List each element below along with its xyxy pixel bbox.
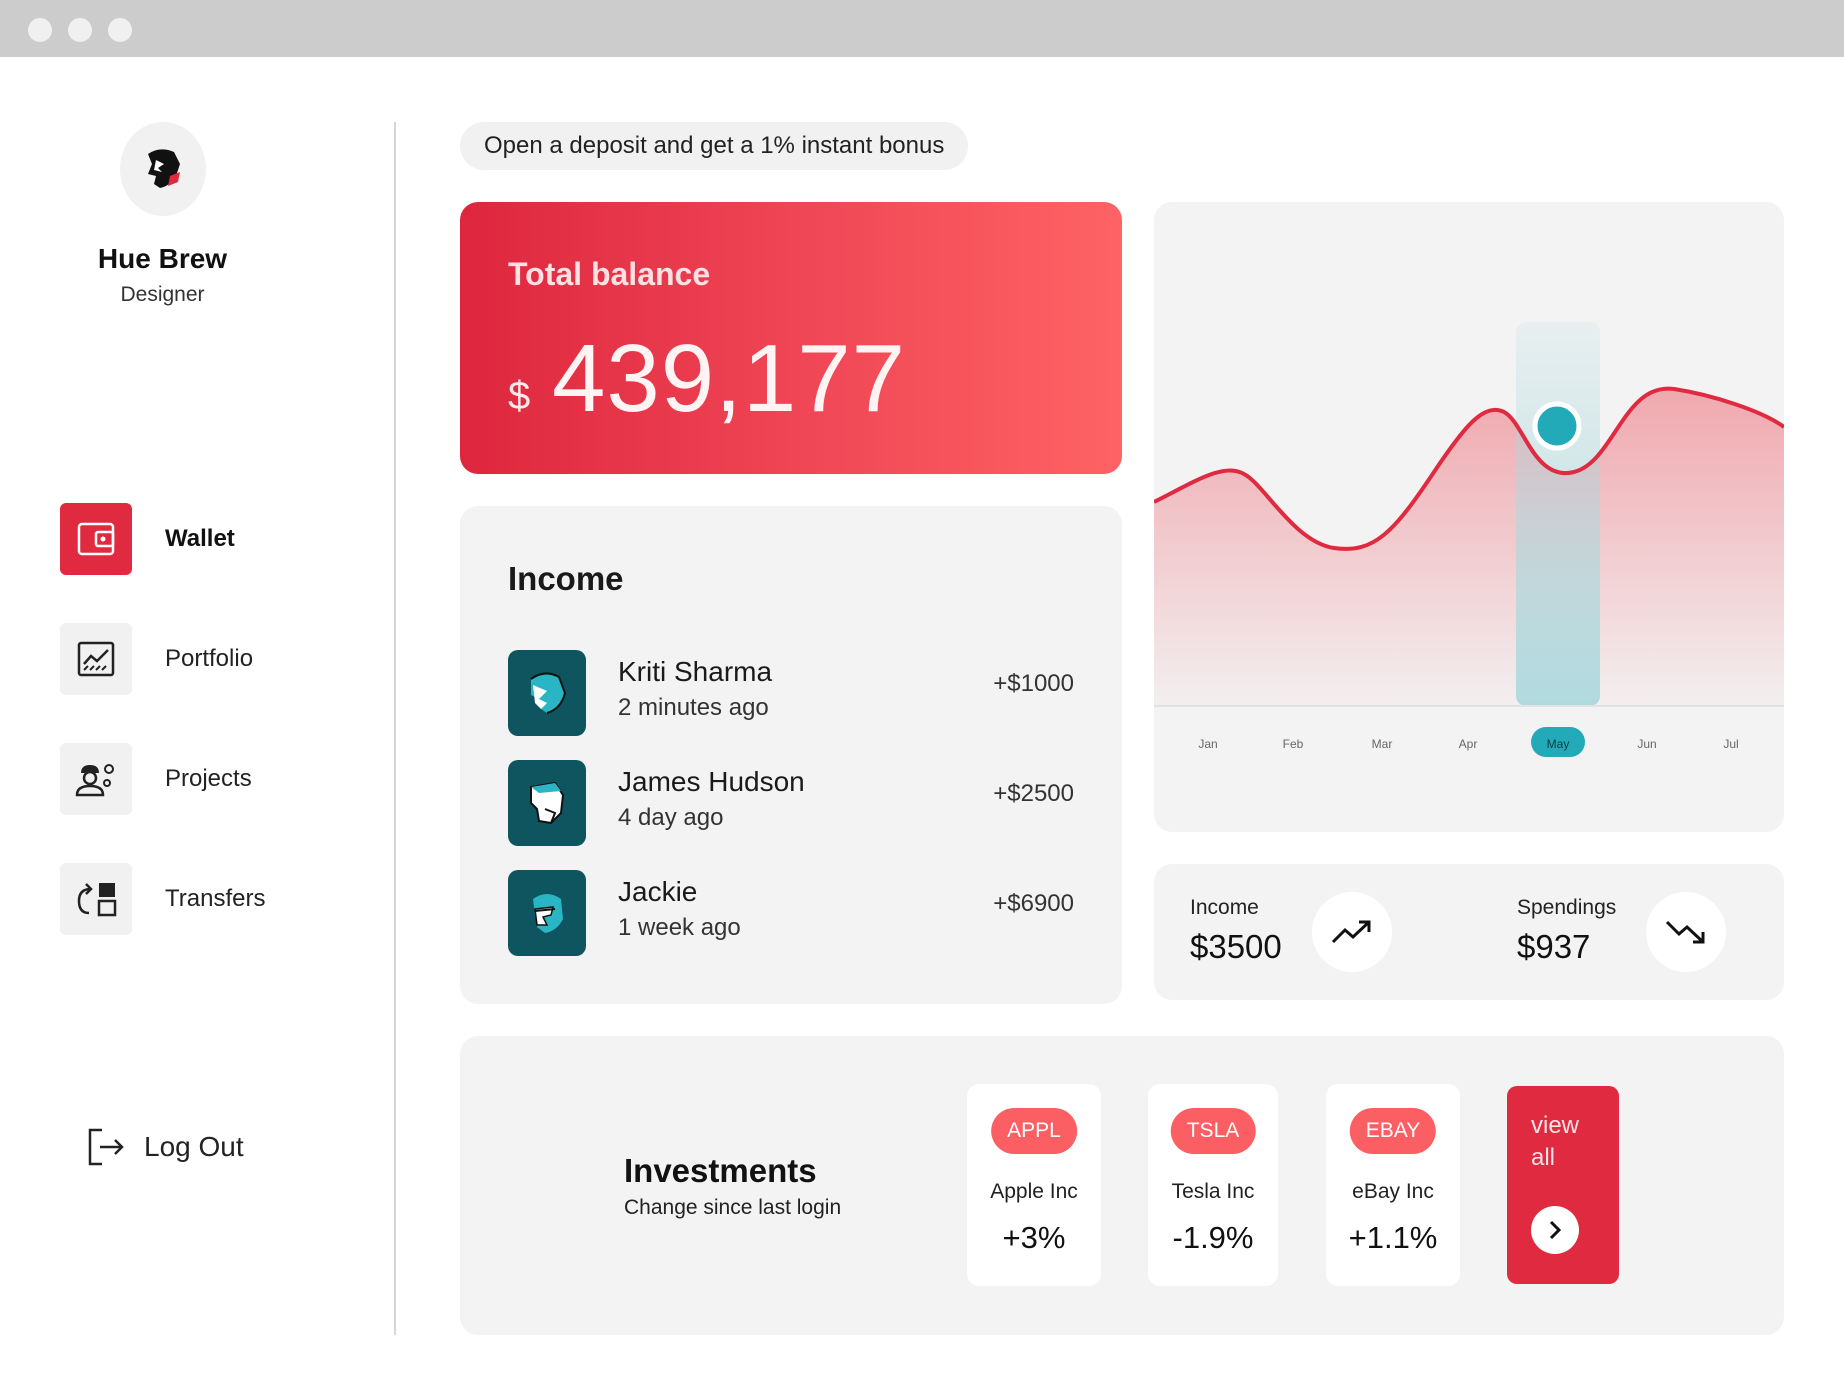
spendings-summary-label: Spendings xyxy=(1517,896,1617,919)
balance-title: Total balance xyxy=(508,256,711,292)
income-title: Income xyxy=(508,560,624,597)
nav-label-projects: Projects xyxy=(165,765,252,792)
chart-icon xyxy=(60,623,132,695)
stock-change: +3% xyxy=(1002,1220,1066,1255)
stock-change: +1.1% xyxy=(1348,1220,1438,1255)
stock-change: -1.9% xyxy=(1172,1220,1254,1255)
income-row[interactable]: Jackie 1 week ago +$6900 xyxy=(508,870,1074,956)
transfer-icon xyxy=(60,863,132,935)
income-time: 2 minutes ago xyxy=(618,694,769,721)
trend-up-icon[interactable] xyxy=(1312,892,1392,972)
chart-tick-label-feb: Feb xyxy=(1283,737,1304,751)
income-amount: +$6900 xyxy=(993,890,1074,917)
nav-item-projects[interactable]: Projects xyxy=(60,743,252,815)
chevron-right-icon[interactable] xyxy=(1531,1206,1579,1254)
stock-card-tsla[interactable]: TSLA Tesla Inc -1.9% xyxy=(1148,1084,1278,1286)
income-row[interactable]: James Hudson 4 day ago +$2500 xyxy=(508,760,1074,846)
nav-label-portfolio: Portfolio xyxy=(165,645,254,672)
income-summary-label: Income xyxy=(1190,896,1259,919)
logout-button[interactable]: Log Out xyxy=(86,1126,244,1168)
income-name: Jackie xyxy=(618,876,698,907)
investments-card: Investments Change since last login APPL… xyxy=(460,1036,1784,1335)
chart-tick-label-mar: Mar xyxy=(1372,737,1393,751)
stock-card-ebay[interactable]: EBAY eBay Inc +1.1% xyxy=(1326,1084,1460,1286)
chart-tick-label-jan: Jan xyxy=(1198,737,1217,751)
income-row[interactable]: Kriti Sharma 2 minutes ago +$1000 xyxy=(508,650,1074,736)
stock-name: Apple Inc xyxy=(990,1180,1078,1203)
stock-ticker-badge: APPL xyxy=(991,1108,1077,1154)
user-name: Hue Brew xyxy=(97,243,228,274)
wallet-icon xyxy=(60,503,132,575)
chart-highlight-band xyxy=(1516,322,1600,706)
total-balance-card: Total balance $ 439,177 xyxy=(460,202,1122,474)
stock-name: eBay Inc xyxy=(1352,1180,1434,1203)
trend-down-icon[interactable] xyxy=(1646,892,1726,972)
window-close-dot[interactable] xyxy=(28,18,52,42)
chart-point-may[interactable] xyxy=(1532,401,1582,451)
income-time: 1 week ago xyxy=(618,914,741,941)
income-amount: +$2500 xyxy=(993,780,1074,807)
balance-currency: $ xyxy=(508,374,531,418)
logout-label: Log Out xyxy=(144,1131,244,1162)
stock-card-appl[interactable]: APPL Apple Inc +3% xyxy=(967,1084,1101,1286)
spendings-summary-value: $937 xyxy=(1517,928,1591,965)
chart-tick-label-apr: Apr xyxy=(1459,737,1478,751)
worker-gear-icon xyxy=(60,743,132,815)
chart-tick-label-jun: Jun xyxy=(1637,737,1656,751)
income-time: 4 day ago xyxy=(618,804,724,831)
person-avatar-icon xyxy=(530,781,565,825)
view-all-button[interactable]: view all xyxy=(1507,1086,1619,1284)
income-amount: +$1000 xyxy=(993,670,1074,697)
balance-chart-card: Jan Feb Mar Apr May Jun Jul xyxy=(1154,202,1784,832)
nav-item-transfers[interactable]: Transfers xyxy=(60,863,265,935)
stock-name: Tesla Inc xyxy=(1171,1180,1255,1203)
chart-tick-label-may[interactable]: May xyxy=(1547,737,1570,751)
view-all-label: view all xyxy=(1531,1112,1580,1171)
chart-tick-label-jul: Jul xyxy=(1723,737,1738,751)
avatar xyxy=(508,870,586,956)
person-avatar-icon xyxy=(533,894,563,933)
chart-area xyxy=(1154,388,1784,706)
logout-icon xyxy=(88,1128,124,1166)
nav-label-wallet: Wallet xyxy=(165,525,235,552)
user-avatar[interactable] xyxy=(120,122,206,216)
balance-amount: 439,177 xyxy=(552,325,907,432)
user-role: Designer xyxy=(120,283,205,306)
investments-title: Investments xyxy=(624,1152,817,1189)
stock-ticker-badge: EBAY xyxy=(1349,1108,1437,1154)
income-summary-value: $3500 xyxy=(1190,928,1282,965)
income-name: James Hudson xyxy=(618,766,805,797)
person-avatar-icon xyxy=(530,672,567,714)
window-minimize-dot[interactable] xyxy=(68,18,92,42)
stock-ticker-badge: TSLA xyxy=(1170,1108,1256,1154)
promo-banner[interactable]: Open a deposit and get a 1% instant bonu… xyxy=(460,122,969,170)
sidebar-divider xyxy=(394,122,396,1335)
summary-card: Income $3500 Spendings $937 xyxy=(1154,864,1784,1000)
nav-item-portfolio[interactable]: Portfolio xyxy=(60,623,253,695)
income-card: Income Kriti Sharma 2 minutes ago +$1000… xyxy=(460,506,1122,1004)
window-titlebar xyxy=(0,0,1844,57)
window-maximize-dot[interactable] xyxy=(108,18,132,42)
balance-chart: Jan Feb Mar Apr May Jun Jul xyxy=(1154,322,1784,757)
avatar xyxy=(508,760,586,846)
user-avatar-icon xyxy=(148,149,180,188)
avatar xyxy=(508,650,586,736)
nav-label-transfers: Transfers xyxy=(165,885,266,912)
income-name: Kriti Sharma xyxy=(618,656,773,687)
investments-subtitle: Change since last login xyxy=(624,1196,842,1219)
nav-item-wallet[interactable]: Wallet xyxy=(60,503,235,575)
